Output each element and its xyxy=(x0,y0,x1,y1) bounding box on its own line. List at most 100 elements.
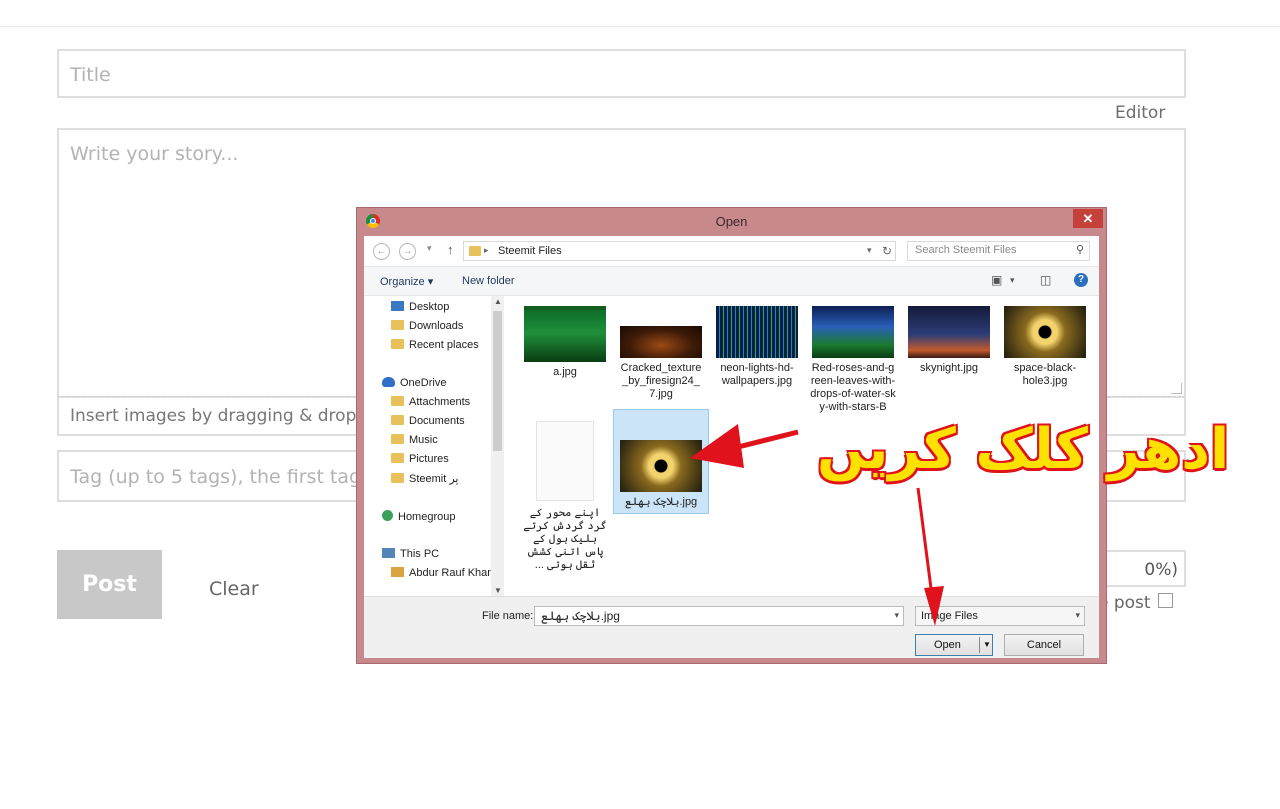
cancel-button[interactable]: Cancel xyxy=(1004,634,1084,656)
nav-item-attachments[interactable]: Attachments xyxy=(391,396,470,408)
nav-item-label: Desktop xyxy=(409,301,450,313)
folder-icon xyxy=(391,434,404,444)
recent-locations-chevron-icon[interactable]: ▾ xyxy=(427,243,432,254)
search-icon[interactable]: ⚲ xyxy=(1076,243,1084,256)
file-name: اپنے محور کے گرد گردش کرتے بلیک ہول کے پ… xyxy=(523,507,607,571)
upvote-post-checkbox[interactable] xyxy=(1158,593,1173,608)
navigation-pane: Desktop Downloads Recent places OneDrive… xyxy=(364,296,504,596)
nav-item-label: This PC xyxy=(400,548,440,560)
file-type-value: Image Files xyxy=(921,610,978,622)
document-thumbnail xyxy=(536,421,594,501)
file-item[interactable]: neon-lights-hd-wallpapers.jpg xyxy=(714,306,800,388)
folder-icon xyxy=(391,396,404,406)
nav-item-label: Downloads xyxy=(409,320,464,332)
dialog-title-bar[interactable]: Open ✕ xyxy=(357,208,1106,236)
top-navigation-bar xyxy=(0,0,1280,27)
open-split-chevron-icon[interactable]: ▼ xyxy=(979,637,991,653)
nav-item-recent-places[interactable]: Recent places xyxy=(391,339,479,351)
file-name: a.jpg xyxy=(553,366,577,378)
view-menu-chevron-icon[interactable]: ▾ xyxy=(1010,275,1015,286)
back-arrow-icon[interactable]: ← xyxy=(373,243,390,260)
nav-item-label: Documents xyxy=(409,415,465,427)
nav-item-desktop[interactable]: Desktop xyxy=(391,301,449,313)
user-icon xyxy=(391,567,404,577)
nav-item-label: Pictures xyxy=(409,453,449,465)
file-item[interactable]: Cracked_texture_by_firesign24_7.jpg xyxy=(618,306,704,401)
navigation-pane-scrollbar[interactable]: ▲ ▼ xyxy=(491,296,504,596)
breadcrumb-chevron-icon[interactable]: ▸ xyxy=(484,245,489,256)
organize-menu-button[interactable]: Organize ▾ xyxy=(380,275,433,288)
refresh-icon[interactable]: ↻ xyxy=(882,244,892,258)
nav-item-homegroup[interactable]: Homegroup xyxy=(382,510,455,523)
nav-item-label: OneDrive xyxy=(400,377,447,389)
open-button-label: Open xyxy=(934,639,961,651)
folder-icon xyxy=(391,320,404,330)
file-type-select[interactable]: Image Files ▾ xyxy=(915,606,1085,626)
dialog-footer: File name: بلاچک ہھلع.jpg ▾ Image Files … xyxy=(364,596,1099,658)
folder-icon xyxy=(391,473,404,483)
nav-item-documents[interactable]: Documents xyxy=(391,415,465,427)
file-item[interactable]: space-black-hole3.jpg xyxy=(1002,306,1088,388)
file-item-selected[interactable]: بلاچک ہھلع.jpg xyxy=(613,409,709,514)
scroll-down-icon[interactable]: ▼ xyxy=(494,586,502,595)
resize-grip-icon[interactable] xyxy=(1171,383,1182,394)
image-thumbnail xyxy=(620,440,702,492)
image-thumbnail xyxy=(620,326,702,358)
image-thumbnail xyxy=(812,306,894,358)
image-thumbnail xyxy=(908,306,990,358)
click-here-annotation: ادھر کلک کریں xyxy=(817,417,1230,482)
folder-icon xyxy=(391,415,404,425)
breadcrumb-current-folder[interactable]: Steemit Files xyxy=(498,245,562,257)
scroll-up-icon[interactable]: ▲ xyxy=(494,297,502,306)
image-thumbnail xyxy=(1004,306,1086,358)
image-thumbnail xyxy=(524,306,606,362)
homegroup-icon xyxy=(382,510,393,521)
folder-icon xyxy=(391,339,404,349)
nav-item-user[interactable]: Abdur Rauf Khan xyxy=(391,567,493,579)
file-item[interactable]: اپنے محور کے گرد گردش کرتے بلیک ہول کے پ… xyxy=(522,421,608,572)
file-item[interactable]: a.jpg xyxy=(522,306,608,379)
navigation-bar: ← → ▾ ↑ ▸ Steemit Files ▾ ↻ Search Steem… xyxy=(364,236,1099,266)
nav-item-label: Homegroup xyxy=(398,511,456,523)
nav-item-label: Steemit پر xyxy=(409,473,459,485)
chevron-down-icon[interactable]: ▾ xyxy=(894,610,899,621)
new-folder-button[interactable]: New folder xyxy=(462,275,515,287)
nav-item-this-pc[interactable]: This PC xyxy=(382,548,439,560)
file-name: بلاچک ہھلع.jpg xyxy=(624,496,698,508)
chevron-down-icon[interactable]: ▾ xyxy=(1075,610,1080,621)
open-button[interactable]: Open ▼ xyxy=(915,634,993,656)
nav-item-label: Attachments xyxy=(409,396,471,408)
nav-item-downloads[interactable]: Downloads xyxy=(391,320,463,332)
dialog-toolbar: Organize ▾ New folder ▣ ▾ ◫ ? xyxy=(364,266,1099,296)
folder-icon xyxy=(391,453,404,463)
nav-item-label: Music xyxy=(409,434,438,446)
title-input[interactable]: Title xyxy=(57,49,1186,98)
forward-arrow-icon[interactable]: → xyxy=(399,243,416,260)
file-name: skynight.jpg xyxy=(919,362,979,374)
address-dropdown-icon[interactable]: ▾ xyxy=(867,245,872,256)
dialog-close-button[interactable]: ✕ xyxy=(1073,209,1103,228)
file-name: space-black-hole3.jpg xyxy=(1013,362,1077,387)
nav-item-steemit[interactable]: Steemit پر xyxy=(391,472,459,485)
change-view-icon[interactable]: ▣ xyxy=(991,273,1002,287)
post-button[interactable]: Post xyxy=(57,550,162,619)
scrollbar-thumb[interactable] xyxy=(493,311,502,451)
nav-item-music[interactable]: Music xyxy=(391,434,438,446)
file-item[interactable]: skynight.jpg xyxy=(906,306,992,375)
desktop-icon xyxy=(391,301,404,311)
story-placeholder: Write your story... xyxy=(70,143,239,165)
file-item[interactable]: Red-roses-and-green-leaves-with-drops-of… xyxy=(810,306,896,414)
editor-toggle-link[interactable]: Editor xyxy=(1115,103,1165,123)
address-bar[interactable]: ▸ Steemit Files ▾ ↻ xyxy=(463,241,896,261)
search-input[interactable]: Search Steemit Files ⚲ xyxy=(907,241,1090,261)
preview-pane-icon[interactable]: ◫ xyxy=(1040,273,1051,287)
up-arrow-icon[interactable]: ↑ xyxy=(447,242,454,257)
file-name-value: بلاچک ہھلع.jpg xyxy=(541,609,620,623)
file-name-input[interactable]: بلاچک ہھلع.jpg ▾ xyxy=(534,606,904,626)
clear-button[interactable]: Clear xyxy=(209,578,259,600)
nav-item-pictures[interactable]: Pictures xyxy=(391,453,449,465)
help-icon[interactable]: ? xyxy=(1074,273,1088,287)
nav-item-onedrive[interactable]: OneDrive xyxy=(382,377,446,389)
file-name: Red-roses-and-green-leaves-with-drops-of… xyxy=(810,362,896,413)
file-name-label: File name: xyxy=(482,610,534,622)
